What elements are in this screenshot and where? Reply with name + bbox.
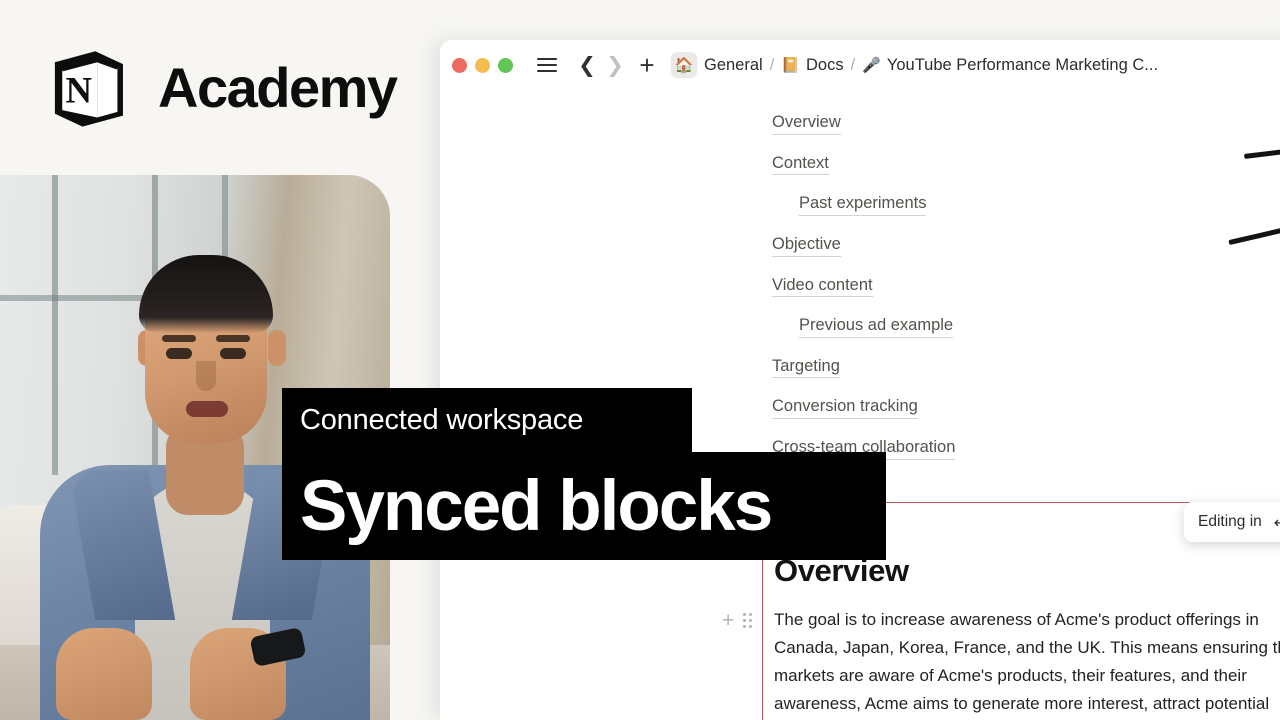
breadcrumb-item-page[interactable]: YouTube Performance Marketing C... (887, 56, 1158, 75)
toc-item-past-experiments[interactable]: Past experiments (799, 193, 926, 216)
brand-lockup: N Academy (42, 42, 397, 134)
presenter-eye-right (220, 348, 246, 359)
plus-icon[interactable]: + (633, 51, 661, 79)
plus-icon[interactable]: + (722, 610, 734, 631)
home-icon[interactable]: 🏠 (671, 52, 697, 78)
toc-item-overview[interactable]: Overview (772, 112, 841, 135)
breadcrumb: 🏠 General / 📔 Docs / 🎤 YouTube Performan… (671, 52, 1158, 78)
block-handles: + (722, 610, 752, 631)
chevron-left-icon[interactable]: ❮ (573, 51, 601, 79)
svg-text:N: N (66, 70, 93, 111)
notion-cube-icon: N (42, 42, 134, 134)
title-eyebrow-bar: Connected workspace (282, 388, 692, 452)
presenter-eye-left (166, 348, 192, 359)
toc-item-targeting[interactable]: Targeting (772, 356, 840, 379)
presenter-hair (139, 255, 273, 333)
hamburger-menu-icon[interactable] (533, 51, 561, 79)
traffic-lights (452, 58, 513, 73)
document-paragraph[interactable]: The goal is to increase awareness of Acm… (774, 606, 1280, 718)
presenter-mouth (186, 401, 228, 417)
chevron-right-icon[interactable]: ❯ (601, 51, 629, 79)
minimize-button[interactable] (475, 58, 490, 73)
screenshot-root: N Academy (0, 0, 1280, 720)
close-button[interactable] (452, 58, 467, 73)
title-headline-text: Synced blocks (300, 471, 771, 542)
editing-in-label: Editing in (1198, 513, 1262, 531)
toc-item-video-content[interactable]: Video content (772, 275, 873, 298)
toc-item-previous-ad-example[interactable]: Previous ad example (799, 315, 953, 338)
toc-item-context[interactable]: Context (772, 153, 829, 176)
breadcrumb-item-docs[interactable]: Docs (806, 56, 844, 75)
docs-emoji-icon: 📔 (781, 56, 800, 74)
breadcrumb-item-general[interactable]: General (704, 56, 763, 75)
microphone-emoji-icon: 🎤 (862, 56, 881, 74)
presenter-eyebrow-left (162, 335, 196, 342)
presenter-eyebrow-right (216, 335, 250, 342)
presenter-ear-right (268, 330, 286, 366)
enter-arrow-icon: ↵ (1274, 513, 1280, 532)
presenter-nose (196, 361, 216, 391)
toc-item-conversion-tracking[interactable]: Conversion tracking (772, 396, 918, 419)
window-titlebar: ❮ ❯ + 🏠 General / 📔 Docs / 🎤 YouTube Per… (440, 40, 1280, 90)
toc-item-objective[interactable]: Objective (772, 234, 841, 257)
brand-wordmark: Academy (158, 60, 397, 116)
presenter-hand-left (56, 628, 152, 720)
title-eyebrow-text: Connected workspace (300, 406, 583, 435)
title-headline-bar: Synced blocks (282, 452, 886, 560)
breadcrumb-separator-2: / (851, 56, 856, 75)
editing-in-tooltip[interactable]: Editing in ↵ (1184, 502, 1280, 542)
maximize-button[interactable] (498, 58, 513, 73)
drag-handle-icon[interactable] (743, 613, 752, 628)
breadcrumb-separator: / (770, 56, 775, 75)
notion-app-window: ❮ ❯ + 🏠 General / 📔 Docs / 🎤 YouTube Per… (440, 40, 1280, 720)
